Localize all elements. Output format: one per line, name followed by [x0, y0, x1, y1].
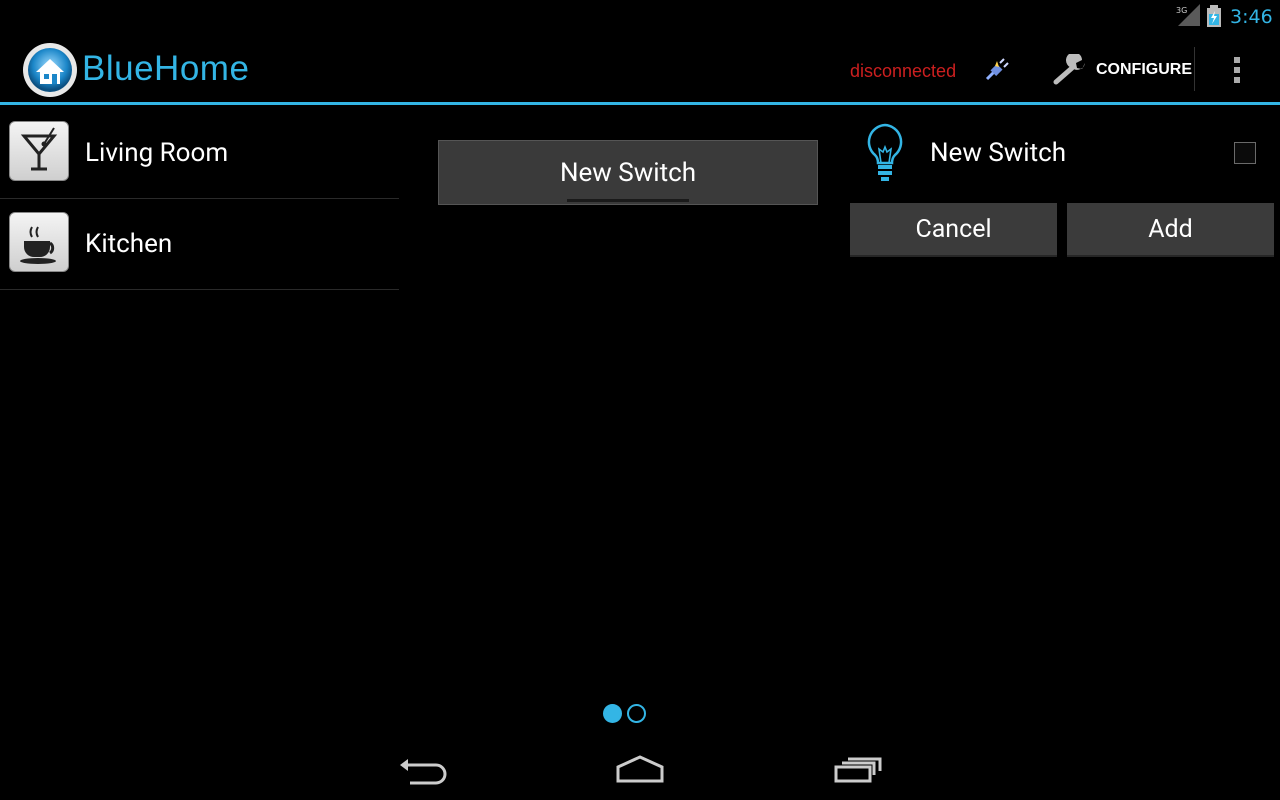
switch-type-spinner[interactable]: New Switch: [438, 140, 818, 205]
room-item-living-room[interactable]: Living Room: [0, 108, 399, 199]
bluehome-logo-icon: [23, 43, 77, 97]
home-icon[interactable]: [610, 747, 670, 791]
network-type-label: 3G: [1176, 6, 1187, 15]
coffee-cup-icon: [9, 212, 69, 272]
cocktail-icon: [9, 121, 69, 181]
navigation-bar: [0, 735, 1280, 800]
overflow-dot-icon: [1234, 57, 1240, 63]
status-bar: 3G 3:46: [0, 0, 1280, 33]
clock: 3:46: [1230, 6, 1273, 28]
overflow-dot-icon: [1234, 67, 1240, 73]
configure-label: CONFIGURE: [1096, 61, 1192, 78]
room-item-kitchen[interactable]: Kitchen: [0, 199, 399, 290]
room-label: Living Room: [85, 138, 229, 168]
spinner-selected-value: New Switch: [559, 158, 697, 188]
action-bar: BlueHome disconnected CONFIGURE: [0, 33, 1280, 105]
back-icon[interactable]: [394, 747, 454, 791]
light-bulb-icon: [867, 123, 903, 181]
battery-charging-icon: [1207, 5, 1221, 27]
cancel-button[interactable]: Cancel: [850, 203, 1057, 257]
overflow-dot-icon: [1234, 77, 1240, 83]
page-indicator: [603, 704, 649, 724]
action-bar-divider: [1194, 47, 1195, 91]
new-switch-name: New Switch: [930, 138, 1067, 168]
spinner-underline: [567, 199, 689, 202]
room-label: Kitchen: [85, 229, 173, 259]
plug-disconnected-icon[interactable]: [983, 57, 1011, 83]
configure-button[interactable]: CONFIGURE: [1052, 47, 1192, 93]
room-list: Living Room Kitchen: [0, 108, 399, 290]
overflow-menu-button[interactable]: [1220, 49, 1254, 89]
wrench-icon: [1053, 54, 1085, 85]
add-button[interactable]: Add: [1067, 203, 1274, 257]
connection-status: disconnected: [850, 61, 957, 81]
page-dot-inactive[interactable]: [627, 704, 646, 723]
switch-checkbox[interactable]: [1234, 142, 1256, 164]
recents-icon[interactable]: [828, 747, 888, 791]
app-title: BlueHome: [82, 49, 250, 88]
signal-3g-icon: 3G: [1176, 4, 1200, 26]
page-dot-active[interactable]: [603, 704, 622, 723]
